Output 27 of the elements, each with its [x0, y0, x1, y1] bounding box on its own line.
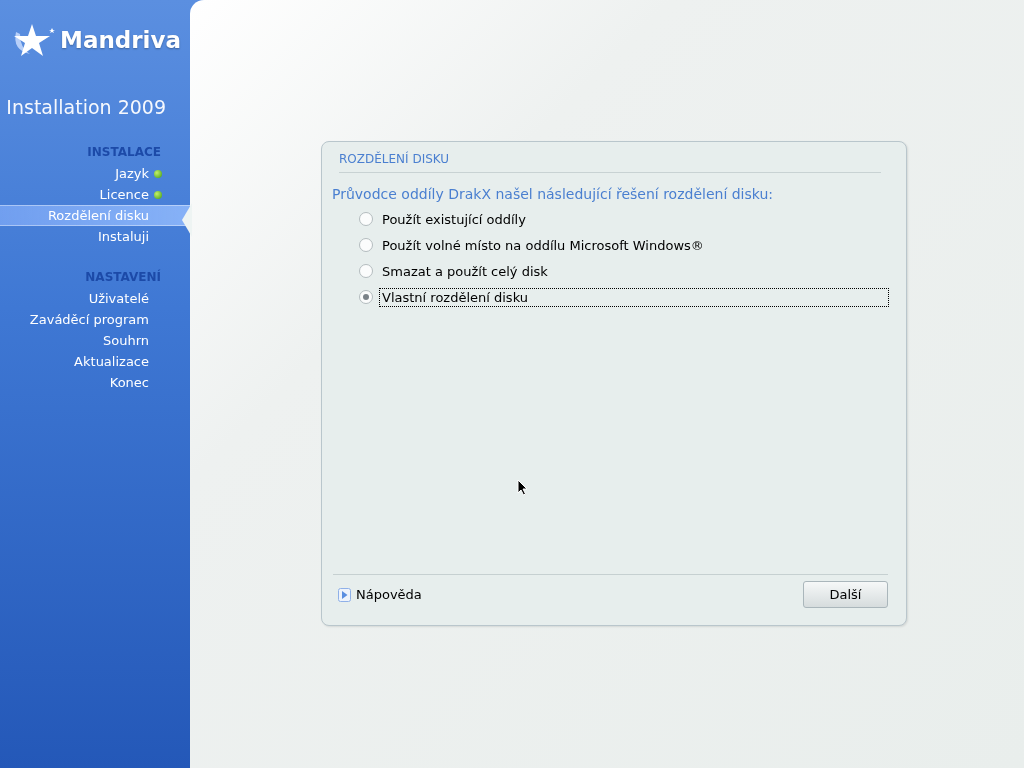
- step-item: Licence: [99, 187, 149, 202]
- step-item: Rozdělení disku: [47, 208, 149, 223]
- step-item: Jazyk: [115, 166, 149, 181]
- radio-button[interactable]: [359, 290, 373, 304]
- logo-text: Mandriva: [60, 27, 181, 53]
- step-item: Aktualizace: [74, 354, 149, 369]
- section-heading: INSTALACE: [86, 144, 162, 161]
- prompt-text: Průvodce oddíly DrakX našel následující řešení rozdělení disku:: [332, 186, 775, 202]
- step-item: Instaluji: [98, 229, 149, 244]
- expand-icon: [338, 587, 351, 602]
- radio-button[interactable]: [359, 212, 373, 226]
- mouse-pointer-icon: [517, 479, 528, 496]
- option-label[interactable]: Smazat a použít celý disk: [379, 261, 551, 281]
- step-item: Souhrn: [102, 333, 149, 348]
- step-item: Zaváděcí program: [29, 312, 149, 327]
- next-button[interactable]: Další: [803, 581, 888, 608]
- radio-button[interactable]: [359, 264, 373, 278]
- step-item: Konec: [109, 375, 149, 390]
- option-label[interactable]: Vlastní rozdělení disku: [379, 287, 889, 307]
- help-toggle[interactable]: Nápověda: [338, 587, 422, 602]
- selection-pointer-icon: [182, 203, 192, 237]
- option-label[interactable]: Použít existující oddíly: [379, 209, 529, 229]
- installer-title: Installation 2009: [5, 96, 167, 118]
- dialog-title: ROZDĚLENÍ DISKU: [339, 152, 881, 173]
- step-item: Uživatelé: [88, 291, 149, 306]
- option-label[interactable]: Použít volné místo na oddílu Microsoft Windows®: [379, 235, 707, 255]
- radio-button[interactable]: [359, 238, 373, 252]
